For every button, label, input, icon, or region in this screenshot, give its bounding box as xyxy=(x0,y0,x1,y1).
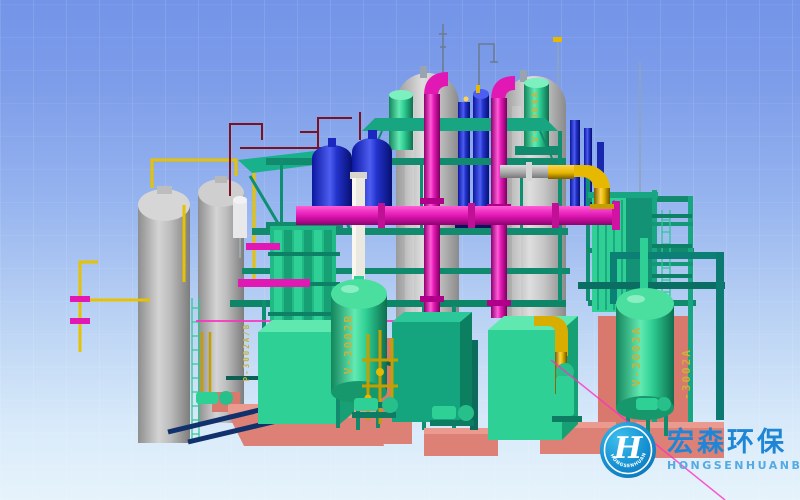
tag-v3003a: V-3003A xyxy=(630,326,643,386)
company-logo: H HONGSENHUANBAO 宏森环保 HONGSENHUANBAO xyxy=(599,421,800,479)
plant-3d-render: V-3004A xyxy=(0,0,800,500)
tag-v3004a: V-3004A xyxy=(531,90,541,142)
tag-v3002b: V-3002B xyxy=(342,314,355,374)
logo-badge: H HONGSENHUANBAO xyxy=(599,421,657,479)
logo-text-block: 宏森环保 HONGSENHUANBAO xyxy=(667,429,800,471)
green-box-tanks xyxy=(258,312,578,440)
tag-3002a: -3002A xyxy=(680,348,693,400)
logo-name-en: HONGSENHUANBAO xyxy=(667,460,800,471)
tag-pump: P-3002A/B xyxy=(242,323,251,382)
logo-name-cn: 宏森环保 xyxy=(667,429,800,456)
tank-ladder xyxy=(192,298,199,440)
